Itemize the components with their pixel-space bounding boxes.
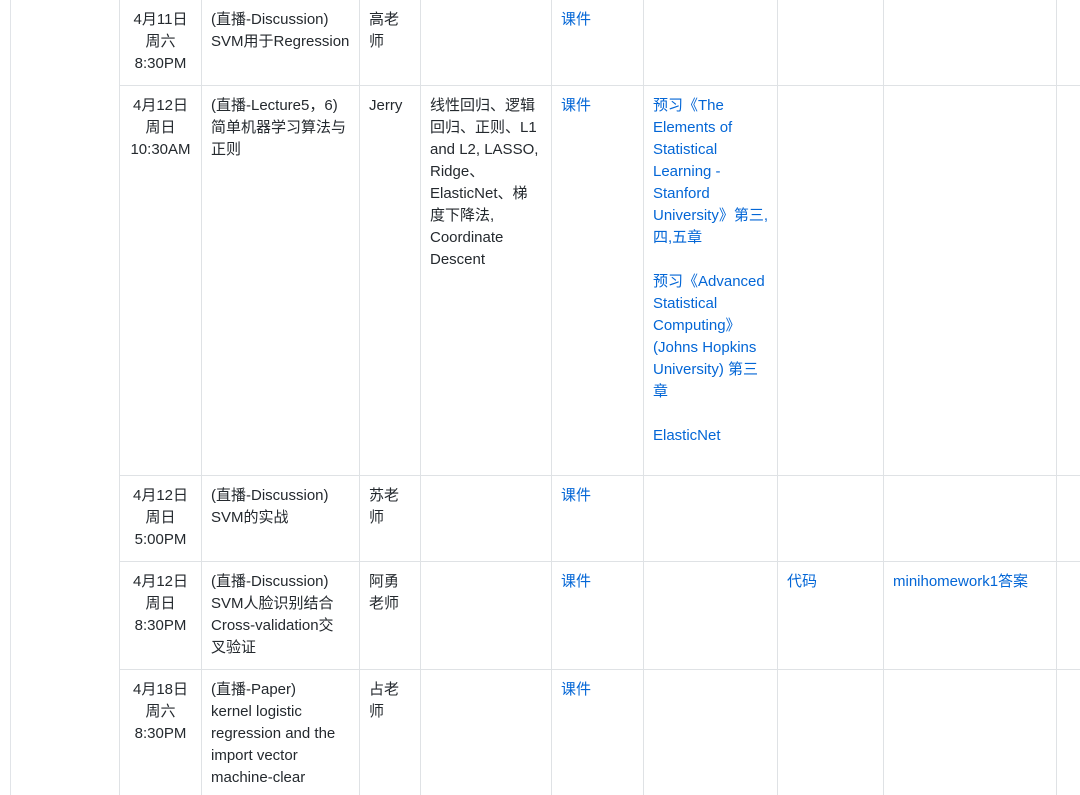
homework-answer-link[interactable]: minihomework1答案 — [893, 571, 1047, 593]
table-row: 4月12日 周日 5:00PM (直播-Discussion) SVM的实战 苏… — [119, 475, 1080, 562]
time: 10:30AM — [130, 141, 191, 158]
slides-cell: 课件 — [551, 669, 644, 795]
topic-cell: (直播-Discussion) SVM人脸识别结合 Cross-validati… — [201, 561, 360, 670]
weekday: 周日 — [145, 509, 176, 526]
slides-cell: 课件 — [551, 85, 644, 476]
topic-cell: (直播-Lecture5，6) 简单机器学习算法与 正则 — [201, 85, 360, 476]
reading-cell: 预习《The Elements of Statistical Learning … — [643, 85, 778, 476]
homework-cell — [883, 475, 1057, 562]
code-cell — [777, 85, 884, 476]
content-cell — [420, 669, 552, 795]
homework-cell — [883, 0, 1057, 86]
slides-link[interactable]: 课件 — [561, 9, 634, 31]
code-link[interactable]: 代码 — [787, 571, 874, 593]
reading-cell — [643, 561, 778, 670]
homework-cell — [883, 85, 1057, 476]
left-border — [10, 0, 11, 795]
table-row: 4月18日 周六 8:30PM (直播-Paper) kernel logist… — [119, 669, 1080, 795]
code-cell: 代码 — [777, 561, 884, 670]
topic-cell: (直播-Paper) kernel logistic regression an… — [201, 669, 360, 795]
topic-line: (直播-Lecture5，6) — [211, 97, 338, 114]
date: 4月12日 — [132, 97, 189, 114]
topic-cell: (直播-Discussion) SVM的实战 — [201, 475, 360, 562]
reading-cell — [643, 669, 778, 795]
date-cell: 4月12日 周日 5:00PM — [119, 475, 202, 562]
code-cell — [777, 0, 884, 86]
extra-cell — [1056, 85, 1080, 476]
content-cell — [420, 475, 552, 562]
date: 4月11日 — [133, 11, 188, 28]
teacher-cell: 阿勇老师 — [359, 561, 421, 670]
topic-line: SVM的实战 — [211, 509, 289, 526]
extra-cell — [1056, 561, 1080, 670]
homework-cell — [883, 669, 1057, 795]
date: 4月12日 — [132, 487, 189, 504]
topic-line: 简单机器学习算法与 — [211, 119, 347, 136]
date: 4月18日 — [132, 681, 189, 698]
reading-cell — [643, 0, 778, 86]
topic-cell: (直播-Discussion) SVM用于Regression — [201, 0, 360, 86]
date-cell: 4月11日 周六 8:30PM — [119, 0, 202, 86]
slides-link[interactable]: 课件 — [561, 679, 634, 701]
topic-line: (直播-Discussion) — [211, 487, 329, 504]
teacher-cell: 苏老师 — [359, 475, 421, 562]
date-cell: 4月12日 周日 10:30AM — [119, 85, 202, 476]
date: 4月12日 — [132, 573, 189, 590]
code-cell — [777, 475, 884, 562]
schedule-table: 4月11日 周六 8:30PM (直播-Discussion) SVM用于Reg… — [119, 0, 1080, 795]
topic-line: (直播-Paper) — [211, 681, 297, 698]
reading-cell — [643, 475, 778, 562]
time: 5:00PM — [134, 531, 187, 548]
slides-cell: 课件 — [551, 475, 644, 562]
table-row: 4月12日 周日 8:30PM (直播-Discussion) SVM人脸识别结… — [119, 561, 1080, 670]
slides-link[interactable]: 课件 — [561, 571, 634, 593]
date-cell: 4月12日 周日 8:30PM — [119, 561, 202, 670]
weekday: 周六 — [145, 33, 176, 50]
table-row: 4月12日 周日 10:30AM (直播-Lecture5，6) 简单机器学习算… — [119, 85, 1080, 476]
topic-line: regression and the — [211, 725, 336, 742]
reading-link-asc[interactable]: 预习《Advanced Statistical Computing》(Johns… — [653, 271, 768, 403]
table-row: 4月11日 周六 8:30PM (直播-Discussion) SVM用于Reg… — [119, 0, 1080, 86]
topic-line: SVM用于Regression — [211, 33, 350, 50]
weekday: 周六 — [145, 703, 176, 720]
teacher-cell: 高老师 — [359, 0, 421, 86]
content-cell — [420, 0, 552, 86]
slides-link[interactable]: 课件 — [561, 485, 634, 507]
date-cell: 4月18日 周六 8:30PM — [119, 669, 202, 795]
time: 8:30PM — [134, 725, 187, 742]
slides-link[interactable]: 课件 — [561, 95, 634, 117]
homework-cell: minihomework1答案 — [883, 561, 1057, 670]
slides-cell: 课件 — [551, 561, 644, 670]
topic-line: Cross-validation交 — [211, 617, 334, 634]
extra-cell — [1056, 669, 1080, 795]
teacher-cell: 占老师 — [359, 669, 421, 795]
content-cell — [420, 561, 552, 670]
topic-line: machine-clear — [211, 769, 306, 786]
topic-line: (直播-Discussion) — [211, 573, 329, 590]
extra-cell — [1056, 0, 1080, 86]
weekday: 周日 — [145, 119, 176, 136]
topic-line: SVM人脸识别结合 — [211, 595, 334, 612]
page: 4月11日 周六 8:30PM (直播-Discussion) SVM用于Reg… — [0, 0, 1080, 795]
topic-line: 正则 — [211, 141, 242, 158]
topic-line: kernel logistic — [211, 703, 302, 720]
content-cell: 线性回归、逻辑回归、正则、L1 and L2, LASSO, Ridge、Ela… — [420, 85, 552, 476]
reading-link-esl[interactable]: 预习《The Elements of Statistical Learning … — [653, 95, 768, 249]
time: 8:30PM — [134, 55, 187, 72]
topic-line: 叉验证 — [211, 639, 257, 656]
topic-line: (直播-Discussion) — [211, 11, 329, 28]
time: 8:30PM — [134, 617, 187, 634]
topic-line: import vector — [211, 747, 298, 764]
extra-cell — [1056, 475, 1080, 562]
reading-link-elasticnet[interactable]: ElasticNet — [653, 425, 768, 447]
code-cell — [777, 669, 884, 795]
slides-cell: 课件 — [551, 0, 644, 86]
teacher-cell: Jerry — [359, 85, 421, 476]
weekday: 周日 — [145, 595, 176, 612]
